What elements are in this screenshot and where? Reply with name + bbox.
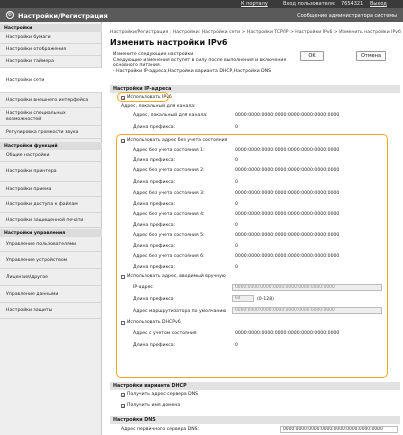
stateful-addr-label: Адрес с учетом состояния bbox=[133, 331, 197, 336]
stateless-addr-3-value: 0000:0000:0000:0000:0000:0000:0000:0000 bbox=[235, 191, 340, 196]
link-local-header: Адрес, локальный для канала: bbox=[121, 104, 196, 109]
manual-ip-label: IP-адрес bbox=[133, 285, 153, 290]
intro-text: Измените следующие настройки. Следующие … bbox=[113, 52, 287, 74]
use-dhcpv6-checkbox[interactable] bbox=[121, 321, 125, 325]
stateless-addr-4-value: 0000:0000:0000:0000:0000:0000:0000:0000 bbox=[235, 212, 340, 217]
stateless-prefix-4-value: 0 bbox=[235, 223, 238, 228]
stateless-addr-2-label: Адрес без учета состояния 2: bbox=[133, 168, 205, 173]
stateless-addr-1-value: 0000:0000:0000:0000:0000:0000:0000:0000 bbox=[235, 148, 340, 153]
stateless-prefix-5-label: Длина префикса: bbox=[133, 244, 176, 249]
link-local-prefix-label: Длина префикса: bbox=[133, 125, 176, 130]
stateless-addr-5-label: Адрес без учета состояния 5: bbox=[133, 233, 205, 238]
stateless-addr-6-label: Адрес без учета состояния 6: bbox=[133, 254, 205, 259]
stateless-prefix-6-label: Длина префикса: bbox=[133, 265, 176, 270]
primary-dns-label: Адрес первичного сервера DNS: bbox=[121, 427, 200, 432]
use-dhcpv6-label: Использовать DHCPv6 bbox=[127, 320, 181, 325]
use-ipv6-label: Использовать IPv6 bbox=[127, 95, 172, 100]
use-stateless-checkbox[interactable]: ✓ bbox=[121, 139, 125, 144]
use-ipv6-checkbox[interactable]: ✓ bbox=[121, 96, 125, 101]
stateless-addr-2-value: 0000:0000:0000:0000:0000:0000:0000:0000 bbox=[235, 168, 340, 173]
user-id: 7654321 bbox=[341, 1, 364, 7]
use-stateless-label: Использовать адрес без учета состояния bbox=[127, 138, 228, 143]
stateless-prefix-1-label: Длина префикса: bbox=[133, 158, 176, 163]
top-bar: К порталу Вход пользователя: 7654321 Вых… bbox=[0, 0, 403, 8]
stateless-prefix-1-value: 0 bbox=[235, 158, 238, 163]
stateless-addr-4-label: Адрес без учета состояния 4: bbox=[133, 212, 205, 217]
sidebar-item-receive[interactable]: Настройки приема bbox=[0, 182, 102, 197]
dns-settings-header: Настройки DNS bbox=[110, 416, 400, 424]
stateful-addr-value: 0000:0000:0000:0000:0000:0000:0000:0000 bbox=[235, 331, 340, 336]
sidebar-item-general[interactable]: Общие настройки bbox=[0, 150, 102, 162]
admin-message-link[interactable]: Сообщение администратора системы bbox=[297, 13, 397, 19]
sidebar-item-printer[interactable]: Настройки принтера bbox=[0, 162, 102, 182]
stateless-prefix-4-label: Длина префикса: bbox=[133, 223, 176, 228]
stateless-prefix-6-value: 0 bbox=[235, 265, 238, 270]
stateful-prefix-value: 0 bbox=[235, 343, 238, 348]
logout-link[interactable]: Выход bbox=[370, 1, 387, 7]
stateless-prefix-2-label: Длина префикса: bbox=[133, 180, 176, 185]
ok-button[interactable]: OK bbox=[300, 51, 324, 61]
sidebar-item-network[interactable]: Настройки сети bbox=[0, 68, 102, 93]
sidebar-manage-header: Настройки управления bbox=[0, 229, 102, 237]
stateless-prefix-3-value: 0 bbox=[235, 202, 238, 207]
primary-dns-input[interactable]: 0000:0000:0000:0000:0000:0000:0000:0000 bbox=[280, 426, 398, 433]
page-title: Изменить настройки IPv6 bbox=[110, 38, 228, 47]
breadcrumb: Настройки/Регистрация : Настройки: Настр… bbox=[110, 30, 401, 35]
sidebar-item-user-management[interactable]: Управление пользователями bbox=[0, 237, 102, 252]
stateless-prefix-2-value: 0 bbox=[235, 180, 238, 185]
ip-settings-header: Настройки IP-адреса bbox=[110, 85, 400, 93]
link-local-addr-value: 0000:0000:0000:0000:0000:0000:0000:0000 bbox=[235, 113, 340, 118]
logged-in-label: Вход пользователя: bbox=[283, 1, 336, 7]
stateless-prefix-5-value: 0 bbox=[235, 244, 238, 249]
sidebar-settings-header: Настройки bbox=[0, 24, 102, 32]
link-local-prefix-value: 0 bbox=[235, 125, 238, 130]
sidebar-item-external-interface[interactable]: Настройки внешнего интерфейса bbox=[0, 93, 102, 108]
stateful-prefix-label: Длина префикса: bbox=[133, 343, 176, 348]
sidebar-item-device-management[interactable]: Управление устройством bbox=[0, 252, 102, 269]
dhcp-domain-checkbox[interactable]: ✓ bbox=[121, 404, 125, 409]
sidebar-item-license[interactable]: Лицензия/другое bbox=[0, 269, 102, 286]
sidebar-item-volume[interactable]: Регулировка громкости звука bbox=[0, 126, 102, 139]
gateway-label: Адрес маршрутизатора по умолчанию bbox=[133, 309, 227, 314]
dhcp-domain-label: Получить имя домена bbox=[127, 403, 181, 408]
dhcp-dns-checkbox[interactable]: ✓ bbox=[121, 393, 125, 398]
sidebar-item-timer[interactable]: Настройки таймера bbox=[0, 56, 102, 68]
cancel-button[interactable]: Отмена bbox=[356, 51, 386, 61]
app-title: Настройки/Регистрация bbox=[18, 12, 108, 20]
sidebar-item-data-management[interactable]: Управление данными bbox=[0, 286, 102, 303]
dhcp-option-header: Настройки варианта DHCP bbox=[110, 382, 400, 390]
stateless-prefix-3-label: Длина префикса: bbox=[133, 202, 176, 207]
manual-prefix-input[interactable]: 64 bbox=[232, 295, 254, 302]
settings-logo-icon: ⚙ bbox=[6, 11, 14, 19]
use-manual-checkbox[interactable] bbox=[121, 275, 125, 279]
dhcp-dns-label: Получить адрес сервера DNS bbox=[127, 392, 199, 397]
sidebar-item-file-access[interactable]: Настройки доступа к файлам bbox=[0, 197, 102, 213]
sidebar: Настройки Настройки бумаги Настройки ото… bbox=[0, 22, 102, 435]
manual-ip-input[interactable]: 0000:0000:0000:0000:0000:0000:0000:0000 bbox=[232, 284, 382, 291]
manual-prefix-range: (0-128) bbox=[257, 297, 274, 302]
stateless-addr-6-value: 0000:0000:0000:0000:0000:0000:0000:0000 bbox=[235, 254, 340, 259]
gateway-input[interactable]: 0000:0000:0000:0000:0000:0000:0000:0000 bbox=[232, 307, 382, 314]
sidebar-item-security[interactable]: Настройки защиты bbox=[0, 303, 102, 319]
sidebar-item-paper[interactable]: Настройки бумаги bbox=[0, 32, 102, 44]
sidebar-functions-header: Настройки функций bbox=[0, 142, 102, 150]
stateless-addr-3-label: Адрес без учета состояния 3: bbox=[133, 191, 205, 196]
portal-link[interactable]: К порталу bbox=[241, 1, 268, 7]
sidebar-item-secure-print[interactable]: Настройки защищенной печати bbox=[0, 213, 102, 228]
link-local-addr-label: Адрес, локальный для канала: bbox=[133, 113, 208, 118]
sidebar-item-accessibility[interactable]: Настройки специальных возможностей bbox=[0, 108, 102, 126]
stateless-addr-1-label: Адрес без учета состояния 1: bbox=[133, 148, 205, 153]
sidebar-item-display[interactable]: Настройки отображения bbox=[0, 44, 102, 56]
manual-prefix-label: Длина префикса bbox=[133, 297, 174, 302]
use-manual-label: Использовать адрес, вводимый вручную bbox=[127, 274, 226, 279]
stateless-addr-5-value: 0000:0000:0000:0000:0000:0000:0000:0000 bbox=[235, 233, 340, 238]
